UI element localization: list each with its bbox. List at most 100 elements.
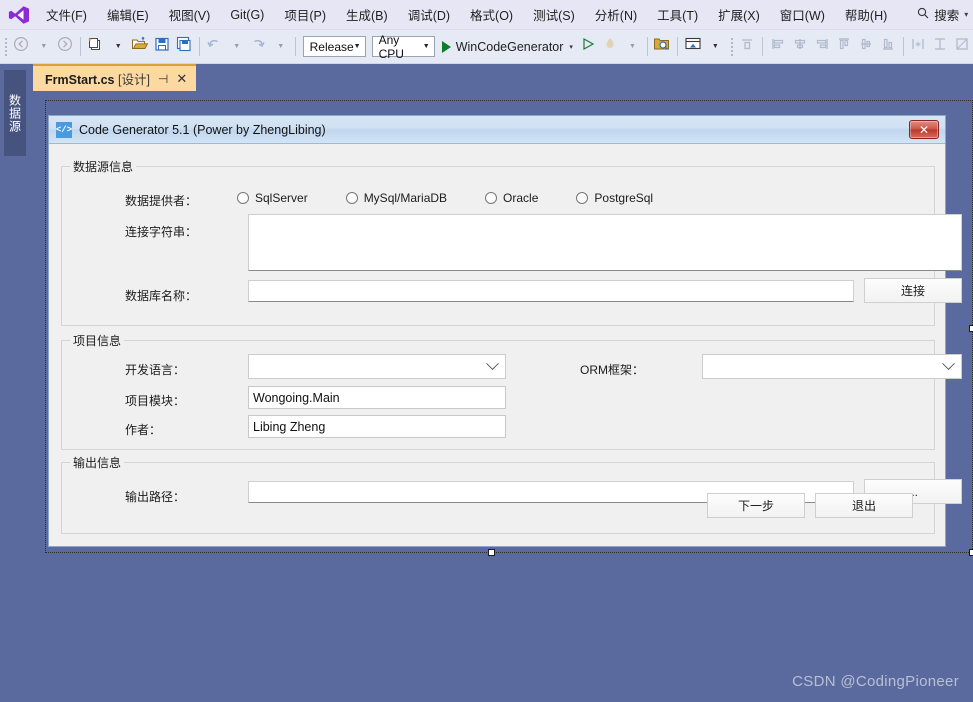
start-debug-icon [441, 40, 451, 53]
start-debug-button[interactable]: WinCodeGenerator ▾ [438, 40, 577, 54]
module-input[interactable]: Wongoing.Main [248, 386, 506, 409]
make-same-height-button[interactable] [929, 35, 951, 59]
tab-mode: [设计] [117, 73, 150, 87]
align-bottom-button[interactable] [877, 35, 899, 59]
code-generator-form: </> Code Generator 5.1 (Power by ZhengLi… [48, 115, 962, 547]
navigate-forward-icon [57, 36, 73, 57]
find-in-files-icon [653, 36, 671, 57]
radio-label: PostgreSql [594, 191, 654, 205]
radio-postgresql[interactable]: PostgreSql [576, 191, 653, 205]
platform-combo[interactable]: Any CPU ▼ [371, 33, 435, 61]
chevron-down-icon: ▾ [569, 43, 573, 51]
align-bottom-icon [880, 36, 896, 57]
menu-bar: 文件(F) 编辑(E) 视图(V) Git(G) 项目(P) 生成(B) 调试(… [0, 0, 973, 30]
exit-button[interactable]: 退出 [815, 493, 913, 518]
make-same-size-icon [954, 36, 970, 57]
new-project-dropdown[interactable]: ▼ [107, 35, 129, 59]
menu-item-help[interactable]: 帮助(H) [835, 1, 897, 28]
toolbar-grip-2[interactable] [729, 36, 735, 57]
connect-button[interactable]: 连接 [864, 278, 962, 303]
align-top-icon [836, 36, 852, 57]
navigate-back-button[interactable] [10, 35, 32, 59]
menu-item-build[interactable]: 生成(B) [336, 1, 398, 28]
align-middle-icon [858, 36, 874, 57]
align-center-button[interactable] [789, 35, 811, 59]
menu-item-edit[interactable]: 编辑(E) [97, 1, 159, 28]
save-all-button[interactable] [173, 35, 195, 59]
find-in-files-button[interactable] [651, 35, 673, 59]
solution-explorer-button[interactable] [682, 35, 704, 59]
navigate-back-dropdown[interactable]: ▼ [32, 35, 54, 59]
radio-oracle[interactable]: Oracle [485, 191, 538, 205]
hot-reload-button[interactable] [599, 35, 621, 59]
align-top-button[interactable] [833, 35, 855, 59]
resize-handle-right[interactable] [969, 325, 973, 332]
search-box[interactable]: 搜索 ▾ [909, 2, 973, 27]
align-left-icon [770, 36, 786, 57]
menu-item-extensions[interactable]: 扩展(X) [708, 1, 770, 28]
connection-string-input[interactable] [248, 214, 962, 271]
resize-handle-bottom[interactable] [488, 549, 495, 556]
align-left-button[interactable] [767, 35, 789, 59]
chevron-down-icon: ▼ [628, 43, 636, 50]
redo-button[interactable] [247, 35, 269, 59]
menu-item-project[interactable]: 项目(P) [274, 1, 336, 28]
search-icon [917, 7, 929, 22]
menu-item-git[interactable]: Git(G) [220, 4, 274, 26]
menu-item-tools[interactable]: 工具(T) [647, 1, 708, 28]
orm-combo[interactable] [702, 354, 962, 379]
menu-item-analyze[interactable]: 分析(N) [585, 1, 647, 28]
solution-explorer-icon [684, 36, 702, 57]
make-same-size-button[interactable] [951, 35, 973, 59]
next-step-button[interactable]: 下一步 [707, 493, 805, 518]
code-generator-icon: </> [56, 121, 72, 138]
form-close-button[interactable]: ✕ [909, 120, 939, 139]
menu-item-format[interactable]: 格式(O) [460, 1, 523, 28]
solution-explorer-dropdown[interactable]: ▼ [704, 35, 726, 59]
groupbox-top-line [62, 340, 934, 341]
radio-sqlserver[interactable]: SqlServer [237, 191, 308, 205]
close-icon[interactable]: ✕ [176, 72, 187, 85]
hot-reload-dropdown[interactable]: ▼ [621, 35, 643, 59]
undo-dropdown[interactable]: ▼ [225, 35, 247, 59]
tab-order-button[interactable] [736, 35, 758, 59]
radio-knob-icon [345, 192, 358, 204]
make-same-width-icon: ∗ [910, 36, 926, 57]
make-same-width-button[interactable]: ∗ [907, 35, 929, 59]
resize-handle-bottom-right[interactable] [969, 549, 973, 556]
tab-frmstart-designer[interactable]: FrmStart.cs [设计] ⊣ ✕ [33, 64, 197, 91]
connection-string-label: 连接字符串： [125, 225, 198, 239]
menu-item-test[interactable]: 测试(S) [523, 1, 585, 28]
undo-button[interactable] [203, 35, 225, 59]
menu-item-view[interactable]: 视图(V) [159, 1, 221, 28]
author-input[interactable]: Libing Zheng [248, 415, 506, 438]
align-middle-button[interactable] [855, 35, 877, 59]
form-designer-surface[interactable]: </> Code Generator 5.1 (Power by ZhengLi… [33, 91, 973, 702]
menu-item-debug[interactable]: 调试(D) [398, 1, 460, 28]
form-body: 数据源信息 数据提供者： SqlServer MySql/MariaDB Ora… [49, 144, 962, 547]
radio-mysql-mariadb[interactable]: MySql/MariaDB [345, 191, 448, 205]
open-file-button[interactable] [129, 35, 151, 59]
align-right-button[interactable] [811, 35, 833, 59]
redo-dropdown[interactable]: ▼ [269, 35, 291, 59]
navigate-forward-button[interactable] [54, 35, 76, 59]
chevron-down-icon: ▼ [114, 43, 122, 50]
make-same-height-icon [932, 36, 948, 57]
menu-item-window[interactable]: 窗口(W) [770, 1, 835, 28]
chevron-down-icon [942, 357, 955, 371]
language-combo[interactable] [248, 354, 506, 379]
menu-item-file[interactable]: 文件(F) [36, 1, 97, 28]
dock-tab-data-sources[interactable]: 数据源 [4, 70, 26, 156]
start-without-debugging-button[interactable] [577, 35, 599, 59]
database-name-input[interactable] [248, 280, 854, 302]
form-title-bar[interactable]: </> Code Generator 5.1 (Power by ZhengLi… [49, 116, 945, 144]
visual-studio-window: 文件(F) 编辑(E) 视图(V) Git(G) 项目(P) 生成(B) 调试(… [0, 0, 973, 702]
pin-icon[interactable]: ⊣ [158, 72, 168, 86]
save-button[interactable] [151, 35, 173, 59]
chevron-down-icon: ▼ [422, 43, 430, 50]
output-path-label: 输出路径： [125, 490, 186, 504]
new-project-button[interactable] [85, 35, 107, 59]
configuration-combo[interactable]: Release ▼ [302, 36, 366, 57]
toolbar-grip[interactable] [4, 36, 9, 57]
radio-label: MySql/MariaDB [363, 191, 448, 205]
